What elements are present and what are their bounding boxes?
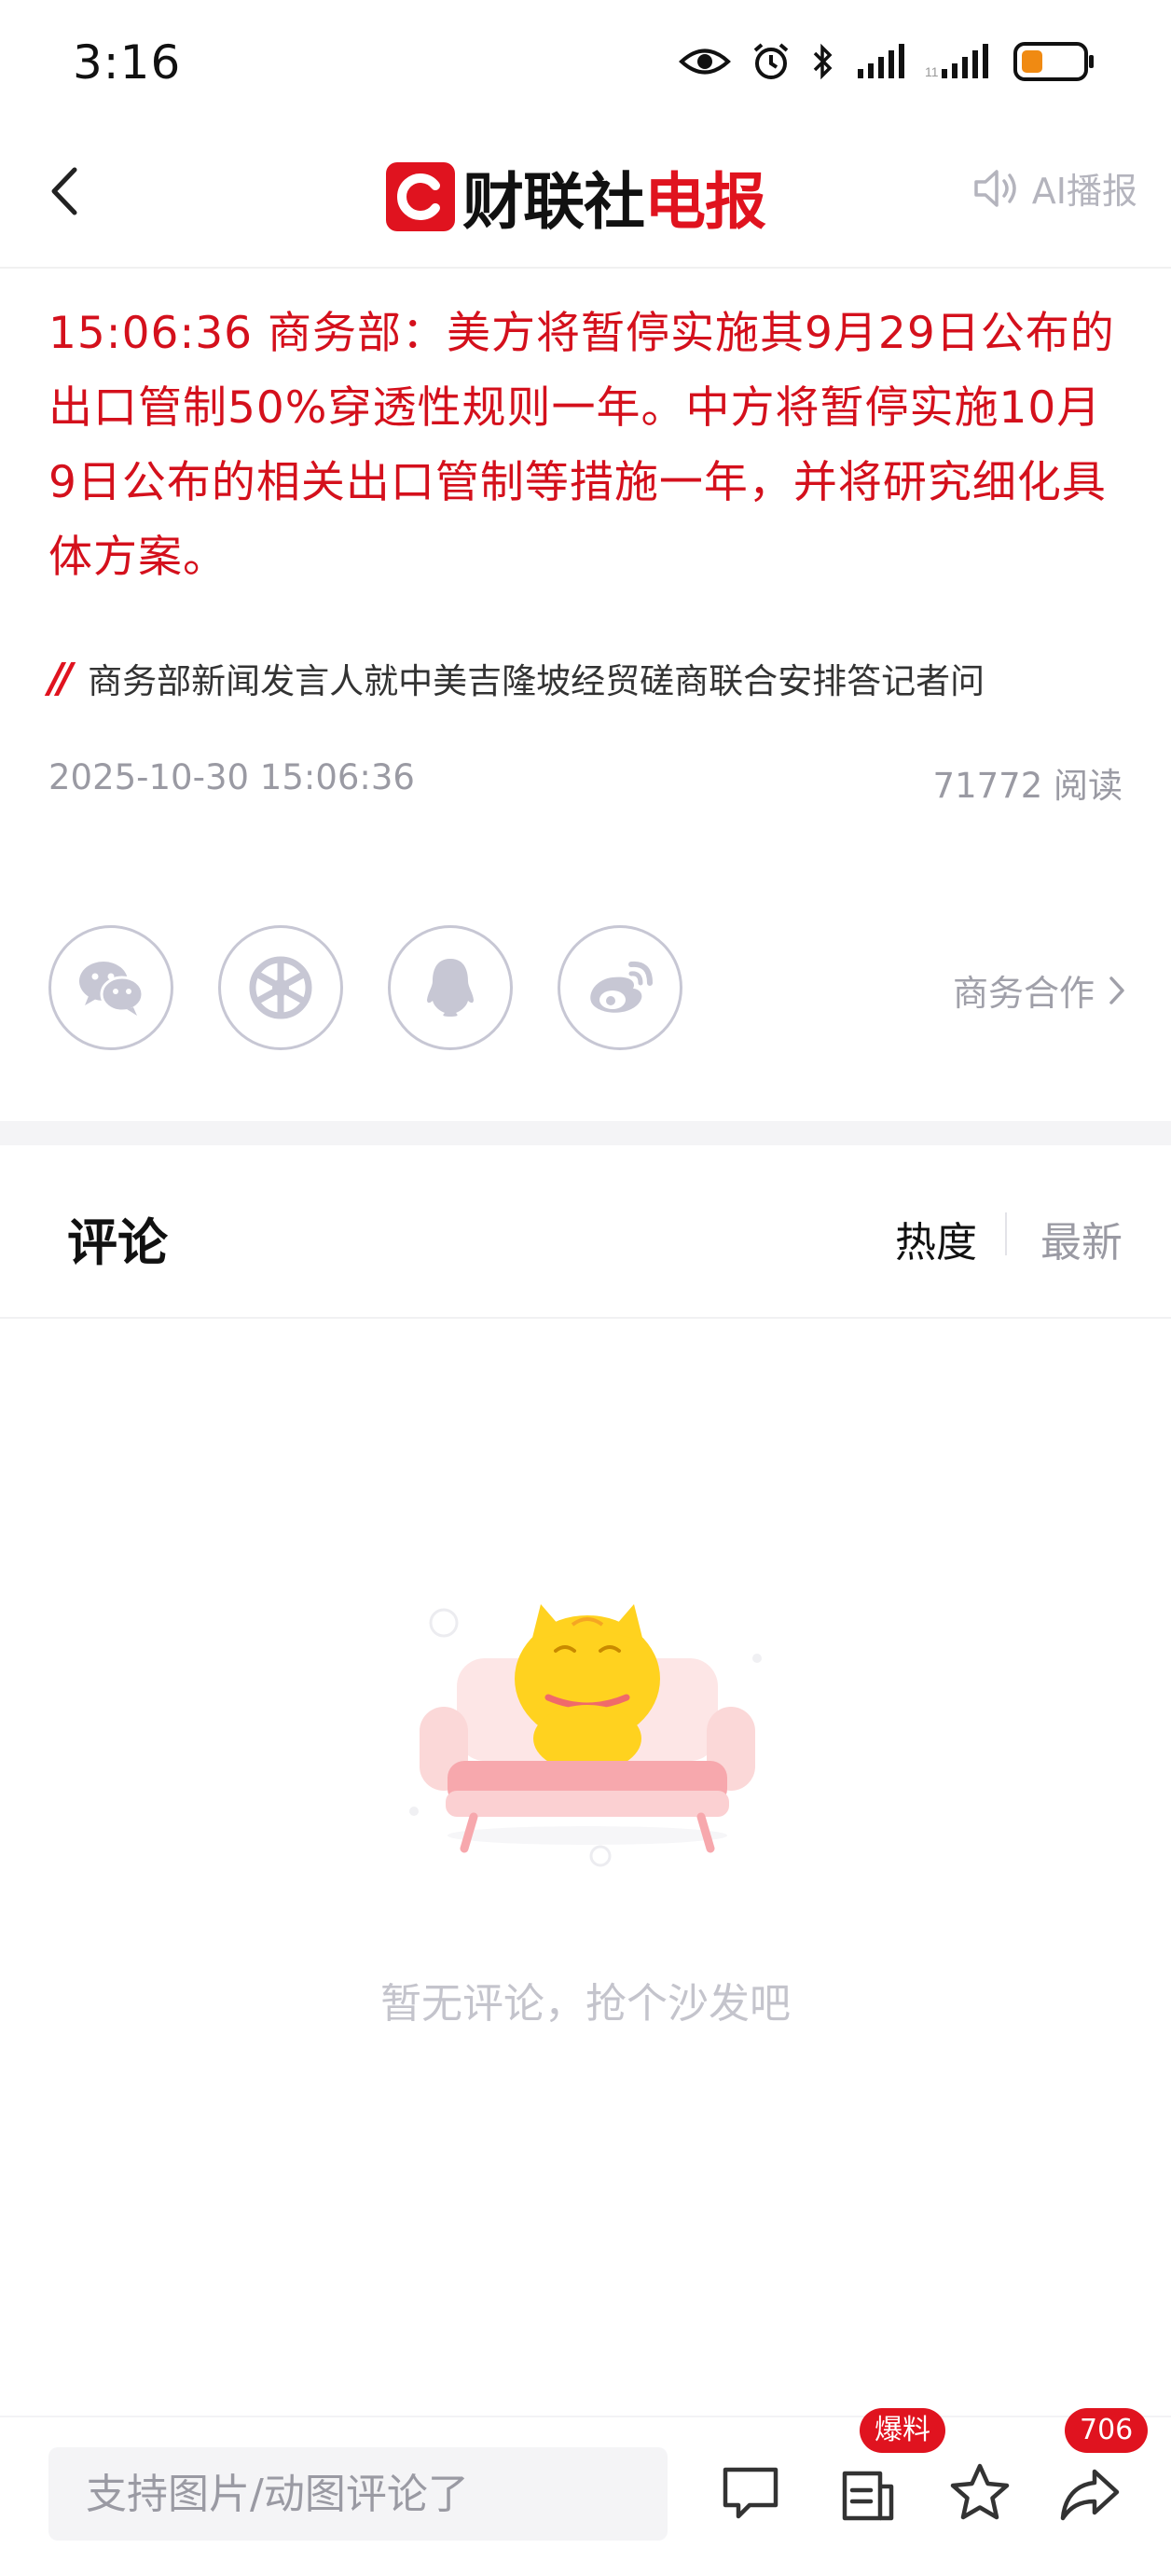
ai-broadcast-button[interactable]: AI播报: [972, 162, 1137, 214]
svg-text:11: 11: [925, 64, 939, 79]
logo-text-red: 电报: [644, 166, 766, 238]
comments-title: 评论: [67, 1213, 168, 1272]
top-header: 财联社电报 AI播报: [0, 131, 1171, 269]
share-count-badge: 706: [1065, 2408, 1149, 2453]
article-headline: 15:06:36 商务部：美方将暂停实施其9月29日公布的出口管制50%穿透性规…: [48, 308, 1115, 583]
comment-bubble-icon: [723, 2467, 778, 2519]
sort-separator: [1005, 1212, 1007, 1255]
qq-icon: [427, 959, 474, 1017]
share-qq-button[interactable]: [388, 925, 513, 1050]
section-divider: [0, 1121, 1171, 1145]
comment-input[interactable]: [48, 2447, 668, 2541]
report-badge: 爆料: [860, 2408, 945, 2453]
read-count: 71772 阅读: [932, 766, 1123, 806]
article-datetime: 2025-10-30 15:06:36: [48, 757, 415, 797]
empty-comments-text: 暂无评论，抢个沙发吧: [380, 1980, 791, 2028]
speaker-icon: [974, 169, 1016, 207]
empty-comments-illustration: [409, 1604, 762, 1867]
signal-icon-2: 11: [925, 44, 988, 79]
sort-new-tab[interactable]: 最新: [1040, 1209, 1123, 1268]
logo-c-icon: [397, 173, 440, 220]
bluetooth-icon: [813, 43, 833, 80]
battery-icon: [1013, 42, 1094, 81]
weibo-icon: [590, 961, 653, 1013]
share-weibo-button[interactable]: [558, 925, 682, 1050]
eye-icon: [679, 48, 731, 75]
business-cooperation-link[interactable]: 商务合作: [953, 964, 1126, 1016]
share-arrow-icon: [1060, 2469, 1120, 2521]
signal-icon-1: [858, 44, 904, 78]
status-bar: 3:16 11: [0, 0, 1171, 131]
moments-icon: [249, 956, 312, 1019]
source-link[interactable]: // 商务部新闻发言人就中美吉隆坡经贸磋商联合安排答记者问: [48, 653, 1130, 703]
logo-mark: [386, 162, 455, 231]
share-wechat-button[interactable]: [48, 925, 173, 1050]
back-arrow-icon: [51, 167, 77, 215]
comments-divider: [0, 1317, 1171, 1319]
report-doc-icon: [842, 2471, 894, 2521]
share-button[interactable]: 706: [1057, 2408, 1149, 2526]
sort-hot-tab[interactable]: 热度: [895, 1209, 977, 1268]
logo-text: 财联社电报: [462, 152, 766, 242]
back-button[interactable]: [37, 159, 93, 224]
business-cooperation-label: 商务合作: [952, 973, 1095, 1014]
report-button[interactable]: 爆料: [835, 2408, 945, 2526]
chevron-right-icon: [1109, 976, 1124, 1004]
comments-button[interactable]: [718, 2460, 783, 2526]
status-time: 3:16: [73, 35, 182, 90]
ai-broadcast-label: AI播报: [1031, 171, 1137, 212]
logo-text-black: 财联社: [462, 166, 645, 238]
star-icon: [950, 2463, 1010, 2520]
alarm-icon: [753, 43, 789, 79]
share-row: [48, 925, 682, 1050]
app-logo: 财联社电报: [386, 157, 766, 238]
source-mark-icon: //: [48, 654, 73, 702]
wechat-icon: [79, 962, 145, 1016]
source-text: 商务部新闻发言人就中美吉隆坡经贸磋商联合安排答记者问: [88, 661, 985, 701]
share-moments-button[interactable]: [218, 925, 343, 1050]
status-icons: 11: [679, 41, 1096, 82]
favorite-button[interactable]: [947, 2460, 1013, 2526]
